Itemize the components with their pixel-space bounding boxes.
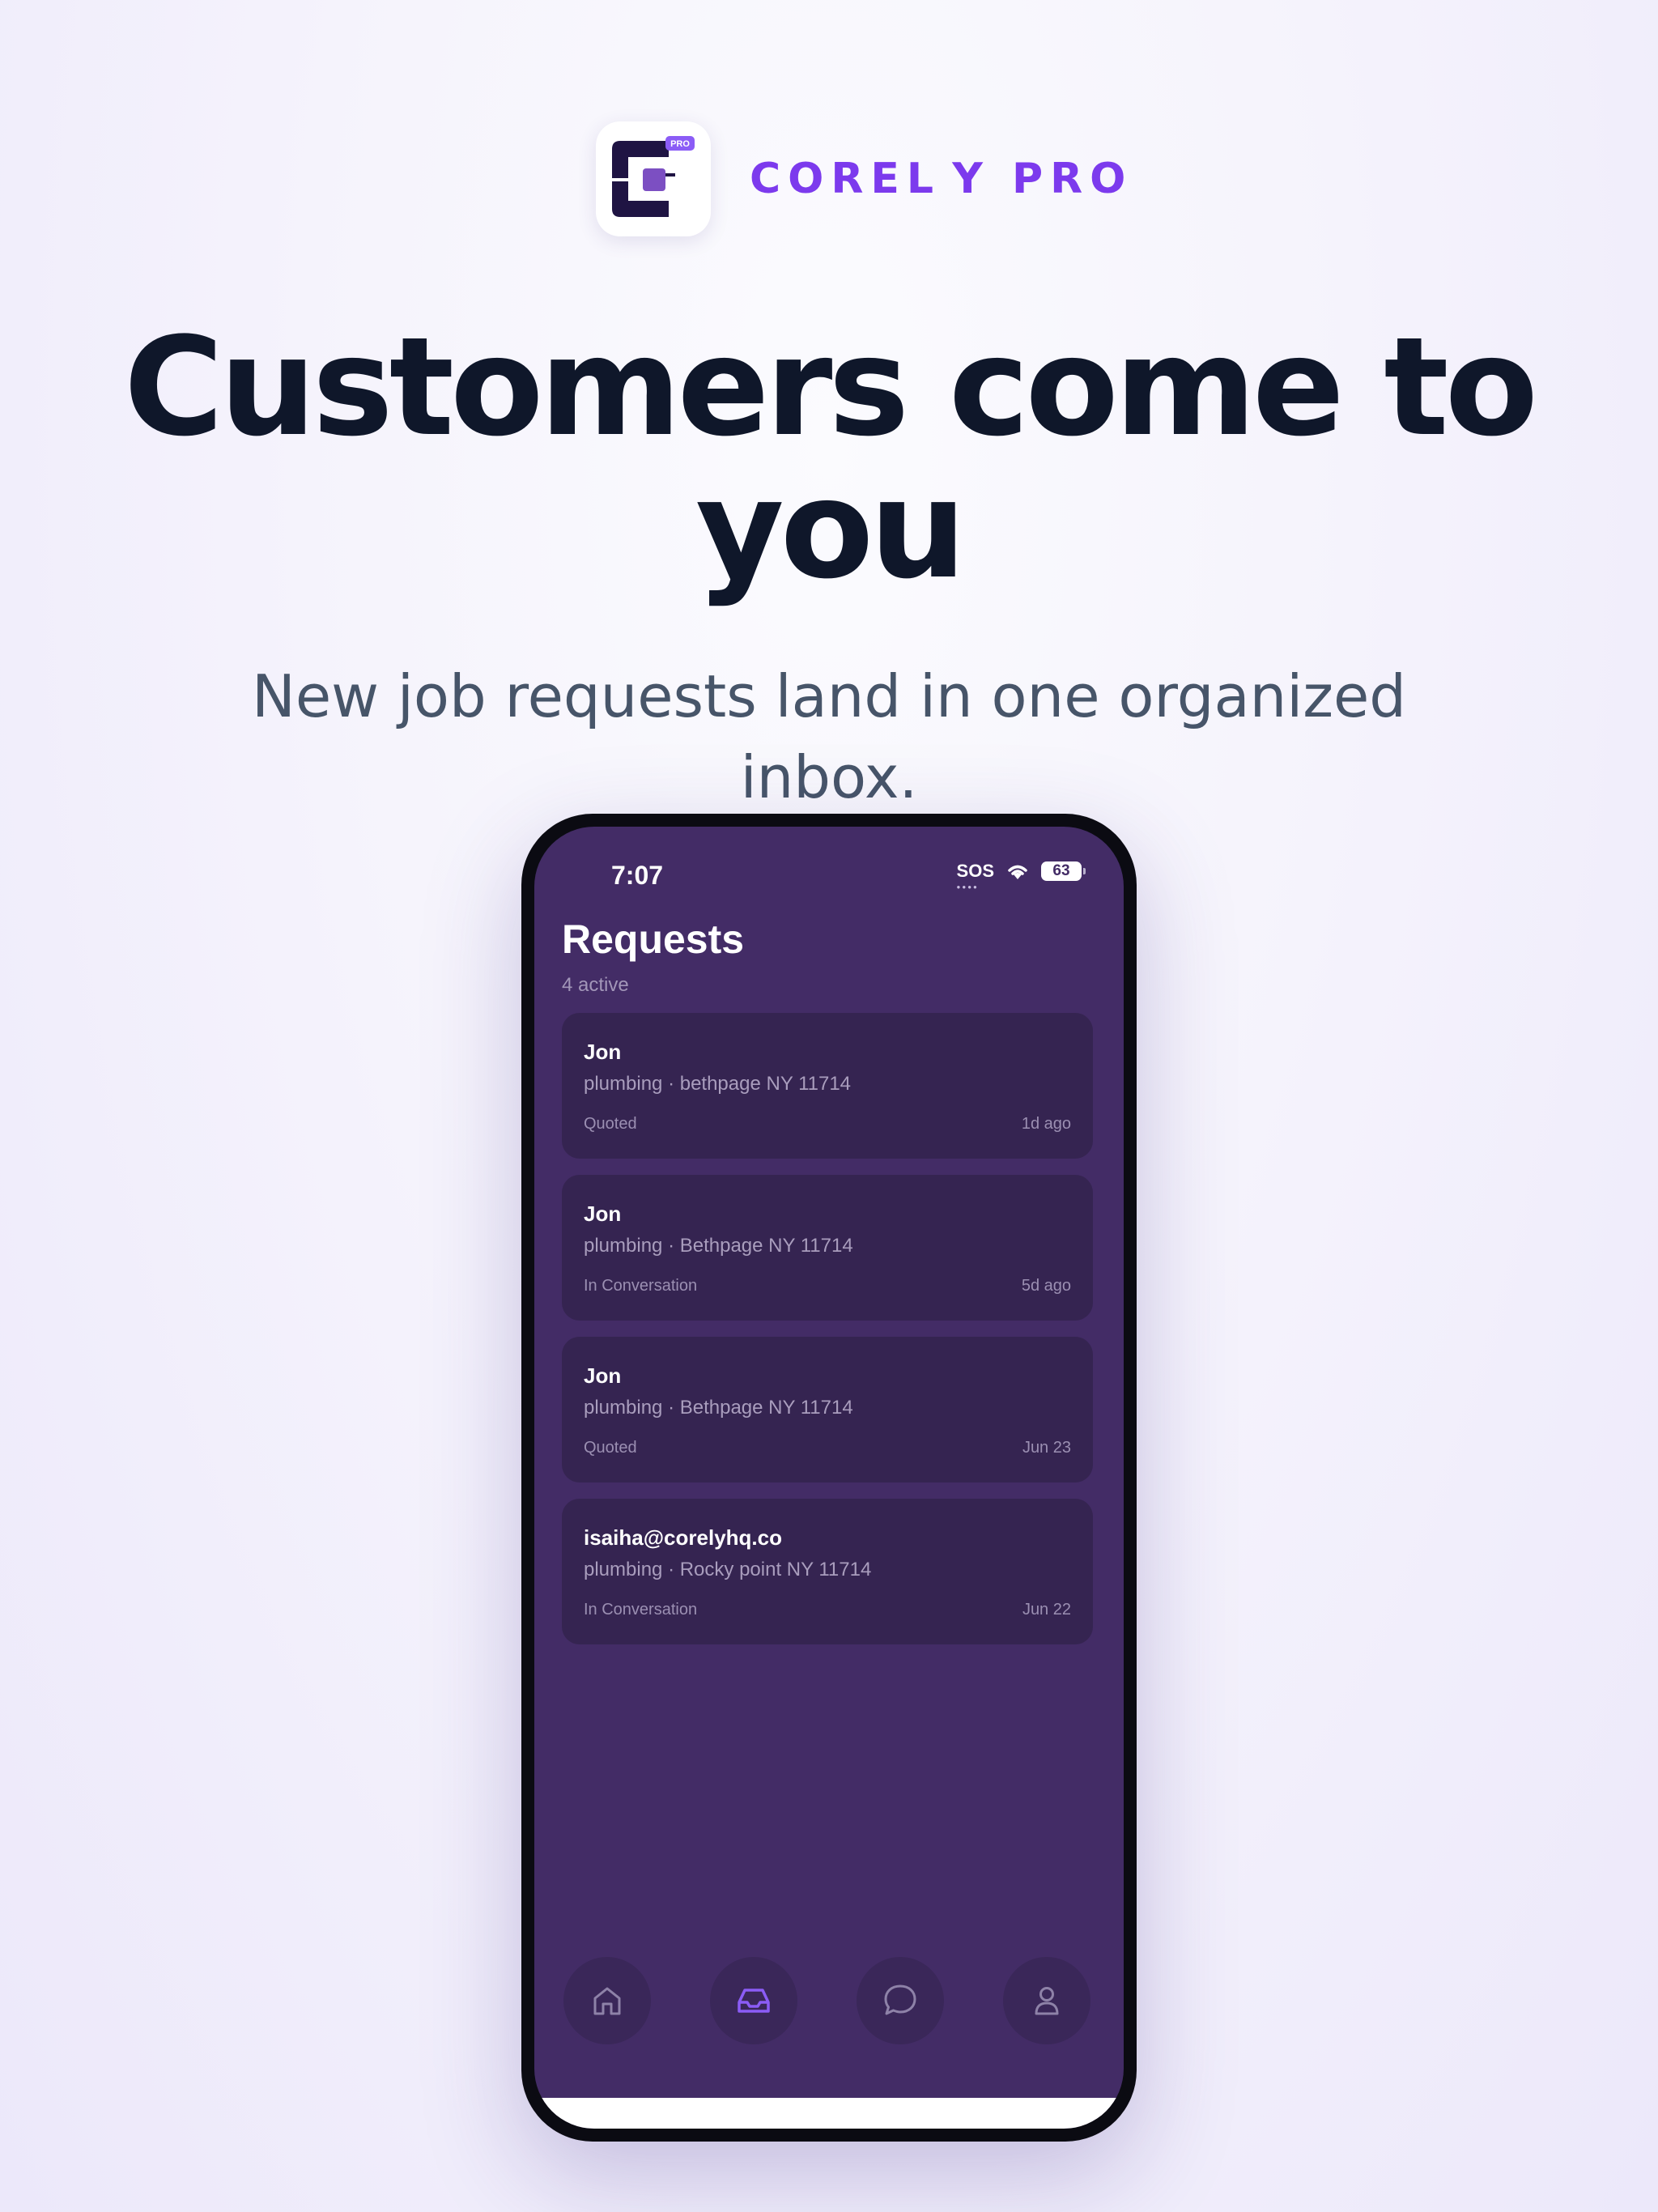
request-card[interactable]: Jon plumbing · bethpage NY 11714 Quoted … <box>562 1013 1093 1159</box>
subheadline: New job requests land in one organized i… <box>251 662 1407 811</box>
request-name: Jon <box>584 1202 622 1226</box>
status-indicators: SOS ●●●● 63 <box>956 861 1086 891</box>
request-detail: plumbing · bethpage NY 11714 <box>584 1073 852 1095</box>
headline: Customers come to you <box>123 308 1538 609</box>
request-time: 1d ago <box>1021 1115 1071 1133</box>
battery-indicator: 63 <box>1041 861 1086 881</box>
request-status: In Conversation <box>584 1277 698 1295</box>
request-card[interactable]: Jon plumbing · Bethpage NY 11714 In Conv… <box>562 1175 1093 1321</box>
request-name: Jon <box>584 1363 622 1388</box>
inbox-icon <box>738 1989 770 2013</box>
tab-messages[interactable] <box>857 1957 944 2044</box>
status-time: 7:07 <box>611 861 664 890</box>
wifi-icon <box>1008 865 1027 879</box>
brand-name: COREL Y PRO <box>750 155 1133 203</box>
request-status: Quoted <box>584 1115 637 1133</box>
request-detail: plumbing · Rocky point NY 11714 <box>584 1559 872 1580</box>
request-status: In Conversation <box>584 1601 698 1619</box>
tab-home[interactable] <box>563 1957 651 2044</box>
tab-profile[interactable] <box>1003 1957 1090 2044</box>
request-name: isaiha@corelyhq.co <box>584 1525 782 1550</box>
request-name: Jon <box>584 1040 622 1064</box>
home-indicator-area <box>534 2098 1124 2129</box>
request-card[interactable]: isaiha@corelyhq.co plumbing · Rocky poin… <box>562 1499 1093 1644</box>
page-title: Requests <box>562 917 745 962</box>
active-count: 4 active <box>562 974 629 996</box>
request-status: Quoted <box>584 1439 637 1457</box>
profile-icon <box>1035 1987 1059 2015</box>
pro-badge: PRO <box>670 139 690 149</box>
request-time: Jun 23 <box>1022 1439 1071 1457</box>
request-detail: plumbing · Bethpage NY 11714 <box>584 1397 853 1419</box>
phone-screen: 7:07 SOS ●●●● 63 Requests 4 active Jon p… <box>534 827 1124 2129</box>
request-detail: plumbing · Bethpage NY 11714 <box>584 1235 853 1257</box>
chat-bubble-icon <box>884 1984 916 2015</box>
bottom-tab-bar <box>534 1957 1124 2046</box>
corely-app-icon: PRO <box>596 121 711 236</box>
request-time: Jun 22 <box>1022 1601 1071 1619</box>
tab-inbox[interactable] <box>710 1957 797 2044</box>
request-card[interactable]: Jon plumbing · Bethpage NY 11714 Quoted … <box>562 1337 1093 1482</box>
request-time: 5d ago <box>1021 1277 1071 1295</box>
phone-mockup: 7:07 SOS ●●●● 63 Requests 4 active Jon p… <box>521 814 1137 2142</box>
home-icon <box>593 1987 621 2015</box>
requests-list: Jon plumbing · bethpage NY 11714 Quoted … <box>562 1013 1093 1661</box>
sos-indicator: SOS ●●●● <box>956 861 994 891</box>
brand-header: PRO COREL Y PRO <box>596 121 1133 236</box>
